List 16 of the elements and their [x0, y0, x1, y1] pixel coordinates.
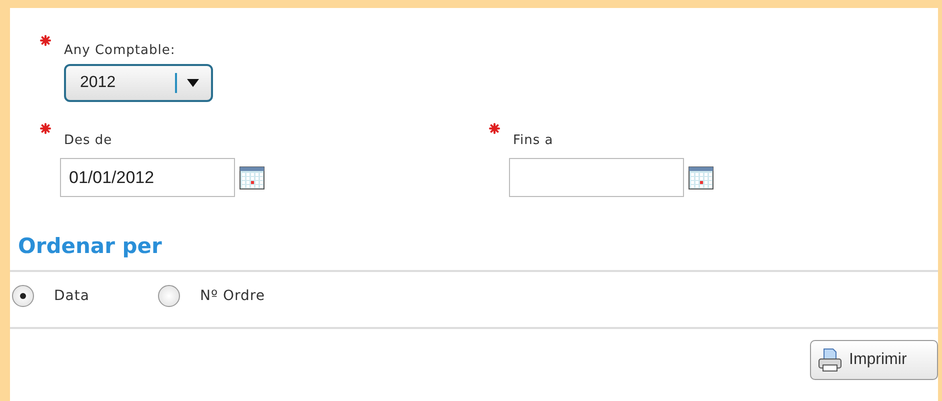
field-label: Des de: [64, 133, 114, 148]
radio-button[interactable]: [158, 284, 180, 306]
printer-icon: [817, 348, 843, 372]
section-title: Ordenar per: [18, 233, 163, 259]
year-dropdown[interactable]: 2012: [64, 64, 213, 102]
date-input[interactable]: [509, 158, 684, 197]
date-input[interactable]: 01/01/2012: [60, 158, 235, 197]
field-label: Fins a: [513, 133, 554, 148]
radio-label: Data: [54, 288, 90, 304]
calendar-icon[interactable]: [239, 166, 265, 190]
dropdown-arrow-icon: [187, 79, 199, 87]
radio-label: Nº Ordre: [200, 288, 265, 304]
calendar-icon[interactable]: [688, 166, 714, 190]
radio-button[interactable]: [12, 284, 34, 306]
print-button[interactable]: Imprimir: [810, 340, 938, 380]
field-label: Any Comptable:: [64, 43, 176, 58]
